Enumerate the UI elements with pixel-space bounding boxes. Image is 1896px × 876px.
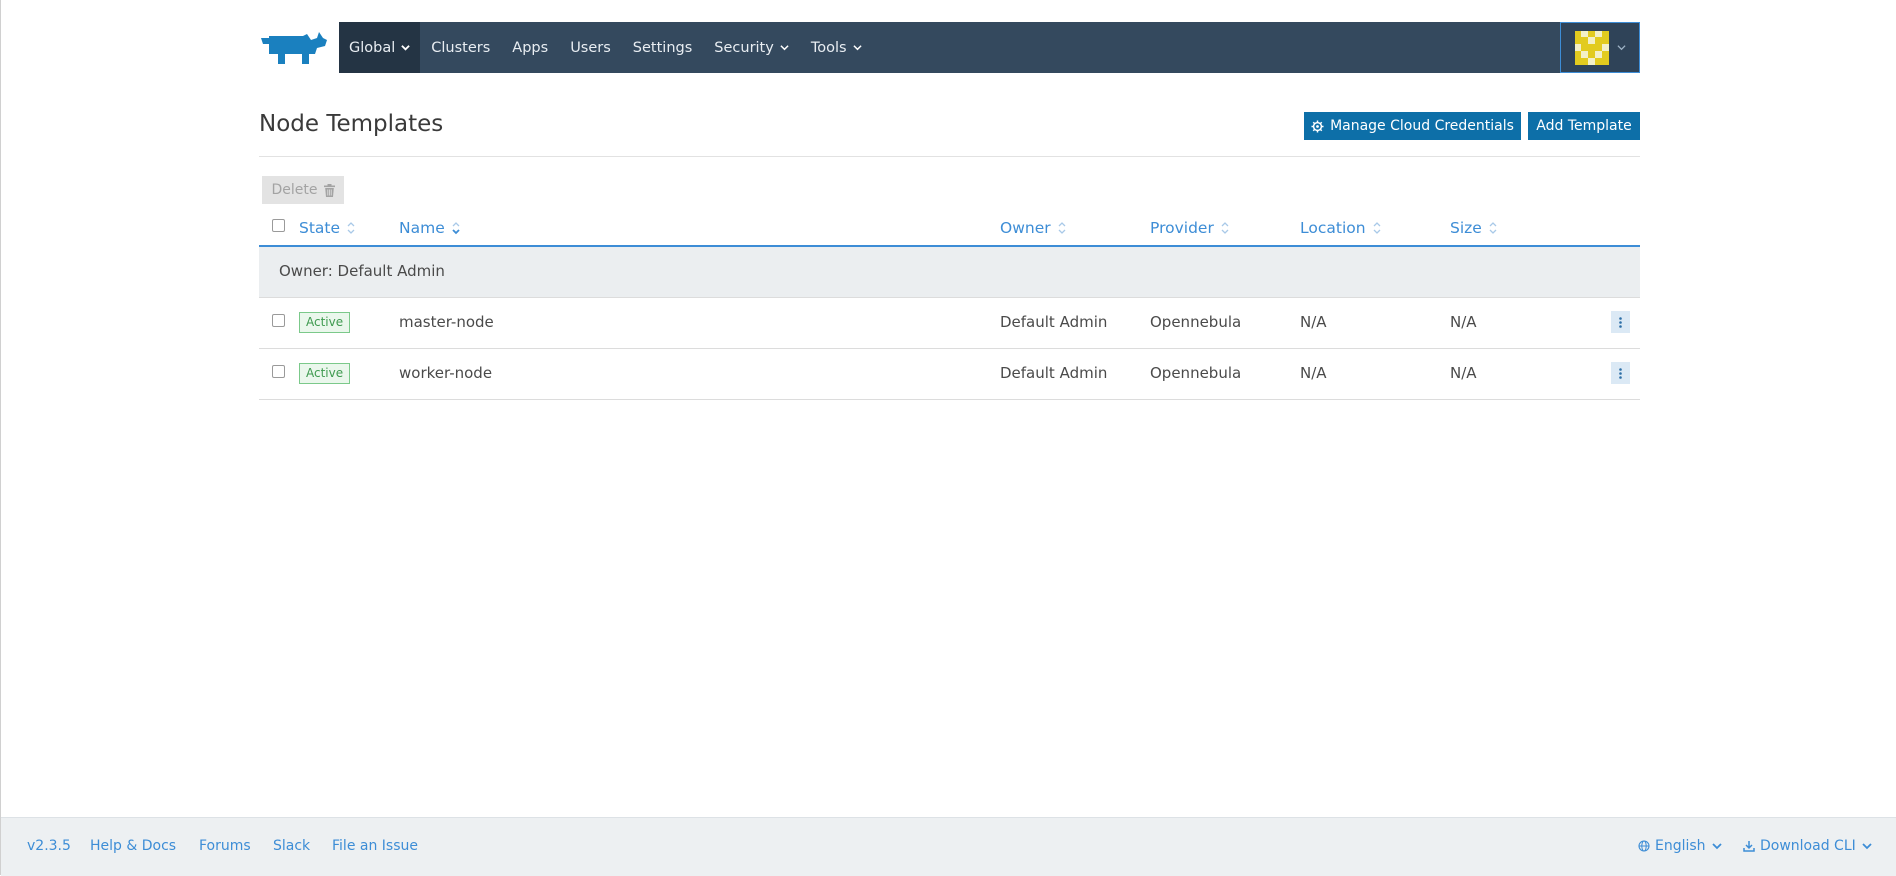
- manage-cloud-credentials-label: Manage Cloud Credentials: [1330, 118, 1514, 134]
- cell-name: worker-node: [399, 364, 493, 382]
- download-cli-button[interactable]: Download CLI: [1743, 838, 1872, 854]
- cell-owner: Default Admin: [1000, 313, 1108, 331]
- column-header-label: State: [299, 219, 341, 237]
- column-header-label: Location: [1300, 219, 1366, 237]
- column-header-name[interactable]: Name: [399, 219, 460, 237]
- help-docs-link[interactable]: Help & Docs: [90, 838, 176, 854]
- group-row-owner: Owner: Default Admin: [259, 247, 1640, 298]
- column-header-state[interactable]: State: [299, 219, 355, 237]
- slack-link[interactable]: Slack: [273, 838, 310, 854]
- chevron-down-icon: [780, 45, 789, 51]
- main-nav: Global Clusters Apps Users Settings Secu…: [339, 22, 1640, 73]
- chevron-down-icon: [1862, 843, 1872, 850]
- language-selector[interactable]: English: [1638, 838, 1722, 854]
- nav-tools-label: Tools: [810, 39, 847, 56]
- row-actions-button[interactable]: [1611, 311, 1630, 333]
- nav-settings[interactable]: Settings: [622, 22, 703, 73]
- nav-tools[interactable]: Tools: [800, 22, 873, 73]
- nav-users-label: Users: [570, 39, 611, 56]
- row-actions-button[interactable]: [1611, 362, 1630, 384]
- chevron-down-icon: [1711, 843, 1722, 850]
- globe-icon: [1638, 840, 1650, 852]
- column-header-owner[interactable]: Owner: [1000, 219, 1066, 237]
- status-badge: Active: [299, 312, 351, 333]
- chevron-down-icon: [852, 45, 862, 51]
- column-header-location[interactable]: Location: [1300, 219, 1381, 237]
- nav-security[interactable]: Security: [703, 22, 800, 73]
- column-header-label: Size: [1450, 219, 1482, 237]
- sort-icon: [452, 222, 460, 235]
- add-template-button[interactable]: Add Template: [1528, 112, 1640, 140]
- column-header-size[interactable]: Size: [1450, 219, 1497, 237]
- user-avatar: [1574, 30, 1609, 65]
- language-label: English: [1655, 838, 1706, 854]
- divider: [259, 156, 1640, 157]
- cell-location: N/A: [1300, 364, 1327, 382]
- nav-global-label: Global: [349, 39, 396, 56]
- footer: v2.3.5 Help & Docs Forums Slack File an …: [1, 817, 1896, 876]
- nav-clusters[interactable]: Clusters: [420, 22, 501, 73]
- nav-apps[interactable]: Apps: [501, 22, 559, 73]
- sort-icon: [1373, 222, 1381, 234]
- cell-location: N/A: [1300, 313, 1327, 331]
- nav-clusters-label: Clusters: [431, 39, 491, 56]
- select-all-checkbox[interactable]: [272, 219, 285, 232]
- forums-link[interactable]: Forums: [199, 838, 251, 854]
- sort-icon: [1489, 222, 1497, 234]
- gear-icon: [1311, 119, 1324, 133]
- table-header: State Name Owner Provider Location Size: [259, 210, 1640, 247]
- node-templates-table: State Name Owner Provider Location Size …: [259, 210, 1640, 400]
- cell-provider: Opennebula: [1150, 364, 1242, 382]
- top-header: Global Clusters Apps Users Settings Secu…: [259, 22, 1640, 73]
- download-cli-label: Download CLI: [1760, 838, 1856, 854]
- more-vertical-icon: [1619, 367, 1622, 379]
- nav-apps-label: Apps: [512, 39, 549, 56]
- manage-cloud-credentials-button[interactable]: Manage Cloud Credentials: [1304, 112, 1521, 140]
- more-vertical-icon: [1619, 316, 1622, 328]
- cell-size: N/A: [1450, 364, 1477, 382]
- nav-settings-label: Settings: [632, 39, 693, 56]
- add-template-label: Add Template: [1536, 118, 1632, 134]
- status-badge: Active: [299, 363, 351, 384]
- row-checkbox[interactable]: [272, 314, 285, 327]
- chevron-down-icon: [1616, 45, 1626, 51]
- sort-icon: [1221, 222, 1229, 234]
- cell-owner: Default Admin: [1000, 364, 1108, 382]
- column-header-label: Name: [399, 219, 445, 237]
- group-label: Owner: Default Admin: [279, 262, 445, 280]
- delete-button[interactable]: Delete: [262, 176, 344, 204]
- nav-global[interactable]: Global: [339, 22, 421, 73]
- delete-label: Delete: [271, 182, 318, 198]
- user-menu-button[interactable]: [1560, 22, 1640, 73]
- page-title: Node Templates: [259, 111, 444, 137]
- file-issue-link[interactable]: File an Issue: [332, 838, 418, 854]
- sort-icon: [347, 222, 355, 234]
- cell-name: master-node: [399, 313, 494, 331]
- table-row[interactable]: Active master-node Default Admin Openneb…: [259, 298, 1640, 349]
- cell-size: N/A: [1450, 313, 1477, 331]
- row-checkbox[interactable]: [272, 365, 285, 378]
- nav-security-label: Security: [714, 39, 774, 56]
- column-header-label: Owner: [1000, 219, 1051, 237]
- table-row[interactable]: Active worker-node Default Admin Openneb…: [259, 349, 1640, 400]
- trash-icon: [323, 183, 335, 197]
- column-header-label: Provider: [1150, 219, 1214, 237]
- column-header-provider[interactable]: Provider: [1150, 219, 1229, 237]
- nav-users[interactable]: Users: [559, 22, 622, 73]
- sort-icon: [1058, 222, 1066, 234]
- cell-provider: Opennebula: [1150, 313, 1242, 331]
- chevron-down-icon: [401, 45, 411, 51]
- download-icon: [1743, 841, 1755, 852]
- rancher-logo-icon[interactable]: [259, 32, 329, 66]
- version-link[interactable]: v2.3.5: [27, 838, 71, 854]
